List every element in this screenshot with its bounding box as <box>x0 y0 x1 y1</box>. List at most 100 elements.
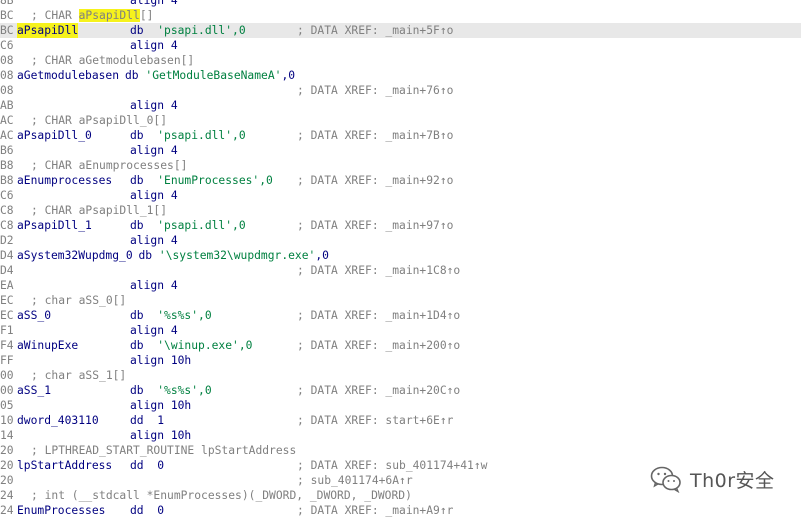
label-name[interactable]: aPsapiDll <box>17 23 79 38</box>
xref-comment[interactable]: ; DATA XREF: _main+92↑o <box>297 173 453 188</box>
listing-row[interactable]: EC aSS_0 db '%s%s',0 ; DATA XREF: _main+1D4… <box>0 308 801 323</box>
instruction[interactable]: align 10h <box>130 398 191 413</box>
listing-row[interactable]: D4 aSystem32Wupdmg_0 db '\system32\wupdmgr… <box>0 248 801 263</box>
type-comment: ; CHAR aGetmodulebasen[] <box>31 53 194 68</box>
listing-row[interactable]: 20 ; LPTHREAD_START_ROUTINE lpStartAddres… <box>0 443 801 458</box>
listing-row[interactable]: BC aPsapiDll db 'psapi.dll',0 ; DATA XREF: … <box>0 23 801 38</box>
xref-comment[interactable]: ; DATA XREF: _main+1C8↑o <box>297 263 460 278</box>
operand: 4 <box>170 189 178 202</box>
type-comment-tail: [] <box>139 9 154 22</box>
instruction[interactable]: dd 1 <box>130 413 164 428</box>
listing-row[interactable]: C8 ; CHAR aPsapiDll_1[] <box>0 203 801 218</box>
operand: 0 <box>157 459 165 472</box>
address: 14 <box>0 429 14 442</box>
listing-row[interactable]: C6 align 4 <box>0 38 801 53</box>
address: 24 <box>0 489 14 502</box>
listing-row[interactable]: AB align 4 <box>0 98 801 113</box>
xref-comment[interactable]: ; DATA XREF: _main+20C↑o <box>297 383 460 398</box>
instruction[interactable]: align 4 <box>130 323 178 338</box>
type-comment-text: ; CHAR aPsapiDll_1[] <box>31 204 168 217</box>
listing-row[interactable]: 14 align 10h <box>0 428 801 443</box>
listing-row[interactable]: 8B align 4 <box>0 0 801 8</box>
instruction[interactable]: align 4 <box>130 0 178 8</box>
listing-row[interactable]: C6 align 4 <box>0 188 801 203</box>
xref-comment[interactable]: ; DATA XREF: _main+5F↑o <box>297 23 453 38</box>
label-name[interactable]: aSystem32Wupdmg_0 <box>17 248 133 263</box>
listing-row[interactable]: AC ; CHAR aPsapiDll_0[] <box>0 113 801 128</box>
listing-row[interactable]: D4 ; DATA XREF: _main+1C8↑o <box>0 263 801 278</box>
label-name[interactable]: aGetmodulebasen <box>17 68 119 83</box>
label-name[interactable]: aPsapiDll_1 <box>17 218 92 233</box>
instruction[interactable]: align 4 <box>130 233 178 248</box>
instruction[interactable]: db 'psapi.dll',0 <box>130 23 246 38</box>
xref-comment[interactable]: ; DATA XREF: sub_401174+41↑w <box>297 458 487 473</box>
instruction[interactable]: db 'psapi.dll',0 <box>130 218 246 233</box>
xref-comment[interactable]: ; DATA XREF: _main+97↑o <box>297 218 453 233</box>
type-comment-text: ; char aSS_0[] <box>31 294 127 307</box>
listing-row[interactable]: 10 dword_403110 dd 1 ; DATA XREF: start+6E↑… <box>0 413 801 428</box>
type-comment: ; char aSS_0[] <box>31 293 126 308</box>
type-comment-name[interactable]: aPsapiDll <box>78 9 140 22</box>
listing-row[interactable]: EC ; char aSS_0[] <box>0 293 801 308</box>
label-name[interactable]: aWinupExe <box>17 338 78 353</box>
listing-row[interactable]: 05 align 10h <box>0 398 801 413</box>
instruction[interactable]: align 10h <box>130 428 191 443</box>
type-comment: ; CHAR aPsapiDll_1[] <box>31 203 167 218</box>
xref-comment[interactable]: ; DATA XREF: _main+7B↑o <box>297 128 453 143</box>
listing-row[interactable]: C8 aPsapiDll_1 db 'psapi.dll',0 ; DATA XREF… <box>0 218 801 233</box>
listing-row[interactable]: 08 ; DATA XREF: _main+76↑o <box>0 83 801 98</box>
xref-comment[interactable]: ; DATA XREF: start+6E↑r <box>297 413 453 428</box>
listing-row[interactable]: F1 align 4 <box>0 323 801 338</box>
listing-row[interactable]: 24 EnumProcesses dd 0 ; DATA XREF: _main+A9… <box>0 503 801 518</box>
instruction[interactable]: db '\winup.exe',0 <box>130 338 252 353</box>
xref-comment[interactable]: ; DATA XREF: _main+A9↑r <box>297 503 453 518</box>
listing-row[interactable]: 08 aGetmodulebasen db 'GetModuleBaseNameA'… <box>0 68 801 83</box>
label-name[interactable]: lpStartAddress <box>17 458 112 473</box>
instruction[interactable]: align 4 <box>130 188 178 203</box>
instruction[interactable]: db 'EnumProcesses',0 <box>130 173 273 188</box>
address: AC <box>0 114 14 127</box>
instruction[interactable]: align 4 <box>130 143 178 158</box>
listing-row[interactable]: 00 ; char aSS_1[] <box>0 368 801 383</box>
instruction[interactable]: db 'GetModuleBaseNameA',0 <box>125 68 295 83</box>
xref-comment[interactable]: ; sub_401174+6A↑r <box>297 473 413 488</box>
listing-row[interactable]: B8 ; CHAR aEnumprocesses[] <box>0 158 801 173</box>
label-name[interactable]: aPsapiDll_0 <box>17 128 92 143</box>
address: B6 <box>0 144 14 157</box>
mnemonic: align <box>130 189 165 202</box>
instruction[interactable]: align 4 <box>130 278 178 293</box>
instruction[interactable]: align 4 <box>130 98 178 113</box>
instruction[interactable]: dd 0 <box>130 458 164 473</box>
listing-row[interactable]: 00 aSS_1 db '%s%s',0 ; DATA XREF: _main+20C… <box>0 383 801 398</box>
label-name[interactable]: aSS_0 <box>17 308 51 323</box>
mnemonic: db <box>130 339 144 352</box>
listing-row[interactable]: AC aPsapiDll_0 db 'psapi.dll',0 ; DATA XREF… <box>0 128 801 143</box>
instruction[interactable]: dd 0 <box>130 503 164 518</box>
listing-row[interactable]: F4 aWinupExe db '\winup.exe',0 ; DATA XREF:… <box>0 338 801 353</box>
instruction[interactable]: align 10h <box>130 353 191 368</box>
listing-row[interactable]: 08 ; CHAR aGetmodulebasen[] <box>0 53 801 68</box>
listing-row[interactable]: B6 align 4 <box>0 143 801 158</box>
xref-comment[interactable]: ; DATA XREF: _main+76↑o <box>297 83 453 98</box>
label-name[interactable]: dword_403110 <box>17 413 99 428</box>
label-name[interactable]: aEnumprocesses <box>17 173 112 188</box>
instruction[interactable]: db 'psapi.dll',0 <box>130 128 246 143</box>
instruction[interactable]: db '%s%s',0 <box>130 383 212 398</box>
instruction[interactable]: db '%s%s',0 <box>130 308 212 323</box>
type-comment-text: ; int (__stdcall *EnumProcesses)(_DWORD,… <box>31 489 412 502</box>
address: F4 <box>0 339 14 352</box>
label-name[interactable]: aSS_1 <box>17 383 51 398</box>
xref-comment[interactable]: ; DATA XREF: _main+1D4↑o <box>297 308 460 323</box>
instruction[interactable]: db '\system32\wupdmgr.exe',0 <box>139 248 329 263</box>
instruction[interactable]: align 4 <box>130 38 178 53</box>
listing-row[interactable]: BC ; CHAR aPsapiDll[] <box>0 8 801 23</box>
label-name[interactable]: EnumProcesses <box>17 503 105 518</box>
listing-row[interactable]: FF align 10h <box>0 353 801 368</box>
listing-row[interactable]: EA align 4 <box>0 278 801 293</box>
type-comment: ; int (__stdcall *EnumProcesses)(_DWORD,… <box>31 488 412 503</box>
operand: '\winup.exe',0 <box>157 339 253 352</box>
xref-comment[interactable]: ; DATA XREF: _main+200↑o <box>297 338 460 353</box>
disassembly-listing[interactable]: 8B align 4 BC; CHAR aPsapiDll[] BC aPsapiDll… <box>0 0 801 518</box>
listing-row[interactable]: D2 align 4 <box>0 233 801 248</box>
listing-row[interactable]: B8 aEnumprocesses db 'EnumProcesses',0 ; DA… <box>0 173 801 188</box>
